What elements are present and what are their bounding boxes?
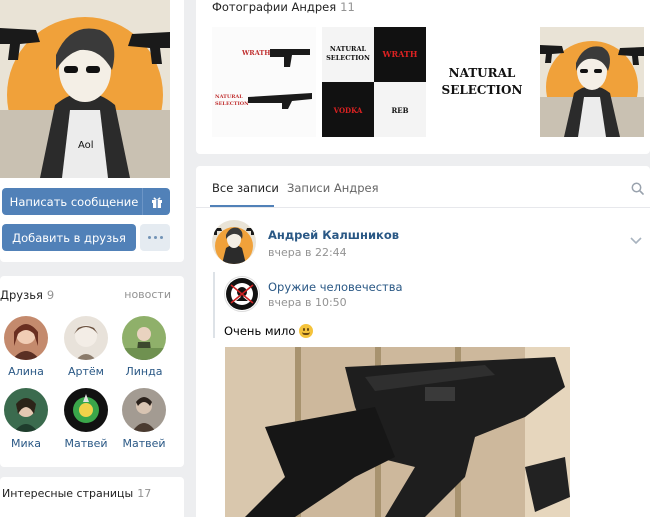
interesting-pages-block: Интересные страницы 17 bbox=[0, 477, 184, 517]
friend-name: Алина bbox=[8, 365, 44, 378]
post-author-name[interactable]: Андрей Калшников bbox=[268, 228, 399, 242]
active-tab-indicator bbox=[210, 205, 274, 207]
friend-item[interactable]: Матвей bbox=[58, 388, 114, 450]
svg-text:Aol: Aol bbox=[78, 140, 94, 151]
photos-header[interactable]: Фотографии Андрея 11 bbox=[212, 0, 355, 14]
friends-news-link[interactable]: новости bbox=[124, 288, 171, 302]
wall-block: Все записи Записи Андрея Андрей Калшнико… bbox=[196, 166, 650, 517]
photos-count: 11 bbox=[340, 0, 355, 14]
svg-text:NATURAL: NATURAL bbox=[330, 45, 367, 53]
friend-item[interactable]: Алина bbox=[0, 316, 54, 378]
profile-avatar[interactable]: Aol bbox=[0, 0, 170, 178]
tab-owner-posts[interactable]: Записи Андрея bbox=[287, 181, 379, 195]
chevron-down-icon[interactable] bbox=[630, 230, 642, 249]
post-image[interactable] bbox=[225, 347, 570, 517]
friend-avatar bbox=[122, 316, 166, 360]
friends-header: Друзья 9 новости bbox=[0, 288, 171, 302]
friends-count: 9 bbox=[46, 288, 55, 302]
photo-thumb[interactable] bbox=[540, 27, 644, 137]
post-text-content: Очень мило bbox=[224, 324, 296, 338]
friend-name: Линда bbox=[125, 365, 163, 378]
friend-avatar bbox=[4, 388, 48, 432]
interesting-pages-header[interactable]: Интересные страницы 17 bbox=[2, 487, 151, 500]
friends-block: Друзья 9 новости Алина Артём Линда Мика М… bbox=[0, 276, 184, 467]
svg-text:NATURAL: NATURAL bbox=[449, 66, 516, 80]
photo-thumb[interactable]: NATURAL SELECTION bbox=[432, 27, 532, 137]
post-time[interactable]: вчера в 22:44 bbox=[268, 246, 347, 259]
friend-item[interactable]: Линда bbox=[116, 316, 172, 378]
friend-avatar bbox=[122, 388, 166, 432]
svg-text:REB: REB bbox=[391, 106, 408, 115]
more-icon[interactable] bbox=[140, 224, 170, 251]
friend-avatar bbox=[64, 388, 108, 432]
interesting-pages-count: 17 bbox=[137, 487, 152, 500]
repost-author-name[interactable]: Оружие человечества bbox=[268, 280, 403, 294]
add-friend-label: Добавить в друзья bbox=[12, 230, 126, 245]
post-author-avatar[interactable] bbox=[212, 220, 256, 264]
profile-avatar-card: Aol Написать сообщение Добавить в друзья bbox=[0, 0, 184, 262]
friend-name: Матвей bbox=[64, 437, 108, 450]
photos-block: Фотографии Андрея 11 WRATH NATURAL SELECT… bbox=[196, 0, 650, 154]
repost-author-avatar[interactable] bbox=[224, 276, 260, 312]
friend-item[interactable]: Матвей bbox=[116, 388, 172, 450]
interesting-pages-title: Интересные страницы bbox=[2, 487, 134, 500]
friend-avatar bbox=[64, 316, 108, 360]
svg-text:SELECTION: SELECTION bbox=[442, 83, 523, 97]
friend-name: Мика bbox=[10, 437, 42, 450]
tab-all-posts[interactable]: Все записи bbox=[212, 181, 279, 195]
svg-text:SELECTION: SELECTION bbox=[215, 101, 249, 107]
search-icon[interactable] bbox=[631, 180, 644, 199]
wall-tabs: Все записи Записи Андрея bbox=[196, 166, 650, 208]
svg-text:VODKA: VODKA bbox=[333, 106, 363, 115]
friend-item[interactable]: Мика bbox=[0, 388, 54, 450]
friend-name: Артём bbox=[68, 365, 104, 378]
send-message-button[interactable]: Написать сообщение bbox=[2, 188, 170, 215]
gift-icon[interactable] bbox=[142, 188, 170, 215]
friend-name: Матвей bbox=[122, 437, 166, 450]
smile-emoji-icon bbox=[299, 324, 314, 338]
repost-divider bbox=[213, 272, 215, 338]
photo-thumb[interactable]: NATURAL SELECTION WRATH VODKA REB bbox=[322, 27, 426, 137]
friend-avatar bbox=[4, 316, 48, 360]
svg-text:SELECTION: SELECTION bbox=[326, 54, 370, 62]
svg-text:WRATH: WRATH bbox=[241, 49, 270, 57]
svg-text:WRATH: WRATH bbox=[382, 49, 418, 59]
photo-thumb[interactable]: WRATH NATURAL SELECTION bbox=[212, 27, 316, 137]
svg-text:NATURAL: NATURAL bbox=[215, 94, 243, 100]
repost-time[interactable]: вчера в 10:50 bbox=[268, 296, 347, 309]
friend-item[interactable]: Артём bbox=[58, 316, 114, 378]
post-text: Очень мило bbox=[224, 324, 314, 338]
add-friend-button[interactable]: Добавить в друзья bbox=[2, 224, 136, 251]
friends-title[interactable]: Друзья bbox=[0, 288, 43, 302]
photos-title: Фотографии Андрея bbox=[212, 0, 337, 14]
